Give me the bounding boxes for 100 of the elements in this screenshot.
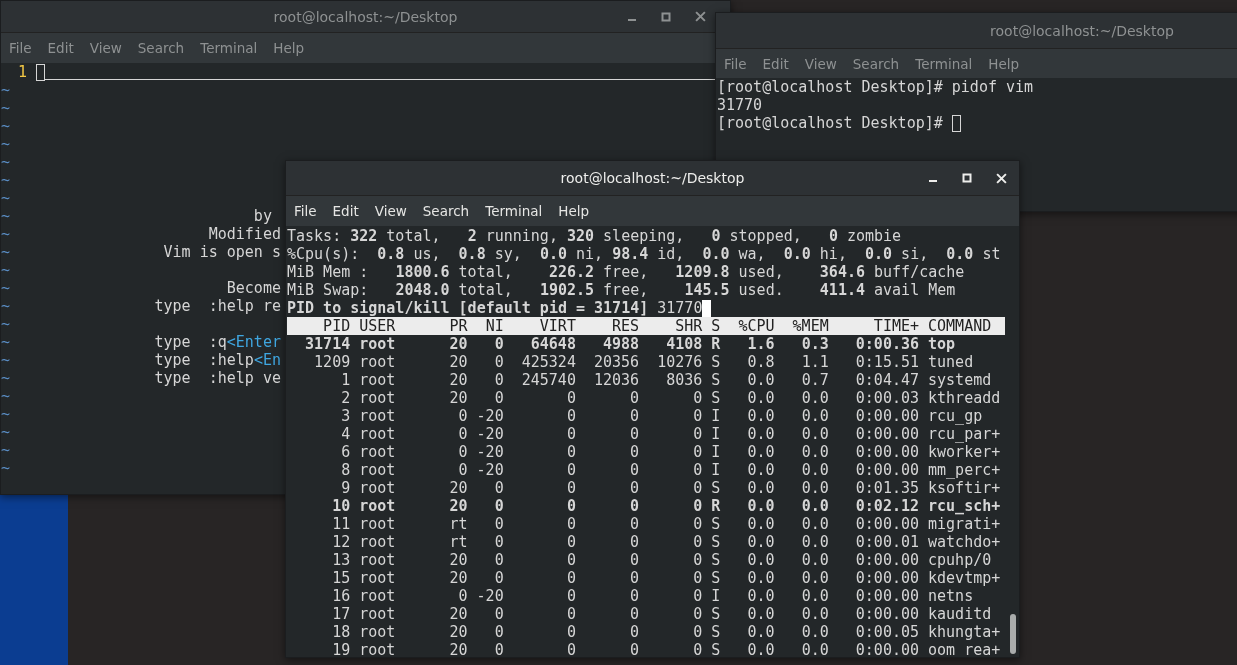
table-cell: 0:00.03 xyxy=(855,389,919,407)
tilde-marker: ~ xyxy=(1,135,11,153)
menu-item[interactable]: View xyxy=(796,53,845,74)
table-cell: rt xyxy=(449,533,468,551)
table-cell-text: I xyxy=(710,425,721,443)
table-cell: 20 xyxy=(449,371,468,389)
tilde-marker: ~ xyxy=(1,369,11,387)
line-number: 1 xyxy=(18,63,28,81)
column-header: S xyxy=(710,317,721,335)
table-cell: 0.0 xyxy=(801,461,829,479)
table-cell: 0 xyxy=(494,335,504,353)
menu-item[interactable]: View xyxy=(366,201,415,221)
column-header: NI xyxy=(485,317,504,335)
table-cell: 0.0 xyxy=(801,533,829,551)
table-cell: 0:04.47 xyxy=(855,371,919,389)
table-cell: 0.0 xyxy=(801,515,829,533)
terminal-line: 31770 xyxy=(717,96,763,114)
table-cell: 0.0 xyxy=(801,497,829,515)
menu-item[interactable]: Edit xyxy=(754,53,797,74)
table-cell: 0.0 xyxy=(747,551,775,569)
table-cell-text: I xyxy=(710,443,721,461)
table-cell-text: I xyxy=(710,461,721,479)
menu-item[interactable]: Terminal xyxy=(907,53,981,74)
table-cell: 0:00.00 xyxy=(855,443,919,461)
table-cell: 0 xyxy=(494,389,504,407)
table-cell: 0 xyxy=(566,425,576,443)
table-cell: 0:15.51 xyxy=(855,353,919,371)
scrollbar-thumb[interactable] xyxy=(1010,614,1016,654)
menu-item[interactable]: Help xyxy=(980,53,1028,74)
window-title: root@localhost:~/Desktop xyxy=(273,8,458,25)
menu-item[interactable]: Search xyxy=(414,201,478,221)
table-cell: 0 xyxy=(494,515,504,533)
summary-line: %Cpu(s): 0.8 us, 0.8 sy, 0.0 ni, 98.4 id, 0.0 wa, 0.0 hi, 0.0 si, 0.0 st xyxy=(287,245,1001,263)
table-cell-text: netns xyxy=(927,587,974,605)
summary-line: MiB Swap: 2048.0 total, 1902.5 free, 145.5 used. 411.4 avail Mem xyxy=(287,281,956,299)
table-cell: 0 xyxy=(693,425,703,443)
table-cell: 0.8 xyxy=(747,353,775,371)
text-cursor xyxy=(702,299,712,317)
menu-item[interactable]: File xyxy=(286,201,325,221)
tilde-marker: ~ xyxy=(1,279,11,297)
table-cell: 0.0 xyxy=(801,605,829,623)
table-cell: 1.1 xyxy=(801,353,829,371)
table-cell: 12036 xyxy=(593,371,640,389)
table-cell-text: systemd xyxy=(927,371,992,389)
menu-item[interactable]: Search xyxy=(129,38,193,58)
table-cell: 4988 xyxy=(603,335,640,353)
intro-text: by xyxy=(252,207,272,225)
table-cell-text: I xyxy=(710,407,721,425)
table-cell: 0 xyxy=(630,425,640,443)
table-cell: 0 xyxy=(693,407,703,425)
menu-item[interactable]: View xyxy=(81,38,130,58)
table-cell: 8036 xyxy=(666,371,703,389)
table-cell: 0 xyxy=(494,497,504,515)
menu-item[interactable]: Terminal xyxy=(477,201,551,221)
table-cell: 0 xyxy=(566,443,576,461)
table-cell: 0.0 xyxy=(747,389,775,407)
table-cell: 0:00.00 xyxy=(855,515,919,533)
table-cell-text: S xyxy=(710,353,721,371)
table-cell: 0.0 xyxy=(747,371,775,389)
table-cell: 0 xyxy=(494,479,504,497)
table-cell-text: root xyxy=(358,371,396,389)
table-cell-text: root xyxy=(358,425,396,443)
menu-item[interactable]: Terminal xyxy=(192,38,266,58)
menu-item[interactable]: File xyxy=(1,38,40,58)
table-cell-text: root xyxy=(358,533,396,551)
pid-input-value[interactable]: 31770 xyxy=(657,299,703,317)
table-cell: 0 xyxy=(494,641,504,657)
column-header: USER xyxy=(358,317,396,335)
table-cell: 0 xyxy=(693,443,703,461)
table-cell-text: top xyxy=(927,335,956,353)
table-cell: 0.0 xyxy=(801,443,829,461)
tilde-marker: ~ xyxy=(1,207,11,225)
menu-item[interactable]: Search xyxy=(844,53,908,74)
table-cell-text: mm_perc+ xyxy=(927,461,1001,479)
table-cell: 0 xyxy=(630,515,640,533)
intro-text: type :q xyxy=(153,333,227,351)
table-cell: 0 xyxy=(566,587,576,605)
table-cell-text: kworker+ xyxy=(927,443,1001,461)
intro-text: Vim is open s xyxy=(162,243,281,261)
table-cell: 0 xyxy=(494,605,504,623)
table-cell: 0 xyxy=(693,479,703,497)
table-cell-text: I xyxy=(710,587,721,605)
table-cell: 0 xyxy=(630,551,640,569)
tilde-marker: ~ xyxy=(1,189,11,207)
table-cell: 0 xyxy=(693,497,703,515)
tilde-marker: ~ xyxy=(1,315,11,333)
table-cell: 0 xyxy=(693,605,703,623)
table-cell: 20 xyxy=(449,479,468,497)
table-cell: 425324 xyxy=(521,353,576,371)
menu-item[interactable]: Edit xyxy=(324,201,367,221)
table-cell: 0 xyxy=(630,389,640,407)
menu-item[interactable]: Help xyxy=(550,201,598,221)
table-cell-text: kthreadd xyxy=(927,389,1001,407)
table-cell-text: migrati+ xyxy=(927,515,1001,533)
menu-item[interactable]: Help xyxy=(265,38,313,58)
table-cell: 0.0 xyxy=(801,425,829,443)
menu-item[interactable]: Edit xyxy=(39,38,82,58)
table-cell-text: root xyxy=(358,569,396,587)
table-cell: 0.0 xyxy=(747,569,775,587)
menu-item[interactable]: File xyxy=(716,53,755,74)
